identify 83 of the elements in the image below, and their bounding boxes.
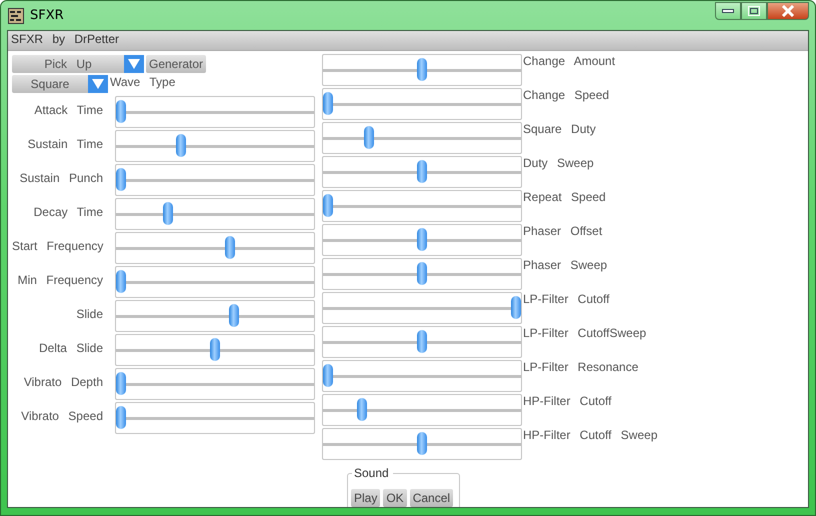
slider-label: Phaser Offset: [522, 224, 602, 240]
slider[interactable]: [322, 292, 522, 324]
slider-label: Phaser Sweep: [522, 258, 608, 274]
slider[interactable]: [322, 156, 522, 188]
slider[interactable]: [115, 266, 315, 298]
slider-thumb[interactable]: [364, 126, 374, 149]
slider-thumb[interactable]: [323, 364, 333, 387]
sound-button[interactable]: OK: [383, 489, 407, 507]
slider-label: Delta Slide: [38, 340, 104, 357]
slider-label: HP-Filter Cutoff: [522, 394, 612, 410]
slider[interactable]: [322, 54, 522, 86]
close-button[interactable]: [767, 2, 809, 20]
slider-thumb[interactable]: [356, 398, 367, 421]
generator-button[interactable]: Generator: [146, 55, 206, 73]
maximize-button[interactable]: [741, 2, 767, 20]
slider-label: LP-Filter CutoffSweep: [522, 326, 646, 342]
preset-dropdown[interactable]: Pick Up: [12, 55, 144, 73]
slider-label: Vibrato Speed: [20, 408, 104, 425]
minimize-button[interactable]: [715, 2, 741, 20]
slider-thumb[interactable]: [210, 338, 220, 361]
slider-label: Change Speed: [522, 88, 610, 104]
slider[interactable]: [322, 326, 522, 358]
close-icon: [781, 5, 795, 17]
app-icon: [8, 8, 24, 24]
slider-thumb[interactable]: [225, 236, 236, 259]
slider[interactable]: [115, 96, 315, 128]
minimize-icon: [722, 8, 734, 14]
slider-thumb[interactable]: [417, 262, 427, 285]
slider[interactable]: [322, 88, 522, 120]
slider-thumb[interactable]: [417, 330, 427, 353]
slider-thumb[interactable]: [417, 228, 427, 251]
wave-type-dropdown[interactable]: Square: [12, 75, 108, 93]
sound-button[interactable]: Cancel: [410, 489, 454, 507]
slider[interactable]: [322, 122, 522, 154]
slider[interactable]: [322, 224, 522, 256]
slider-label: LP-Filter Cutoff: [522, 292, 610, 308]
slider-label: Vibrato Depth: [22, 374, 104, 391]
slider[interactable]: [115, 164, 315, 196]
slider-label: Change Amount: [522, 54, 616, 70]
slider[interactable]: [115, 334, 315, 366]
slider-label: Decay Time: [32, 204, 104, 221]
slider-thumb[interactable]: [116, 372, 126, 395]
slider-thumb[interactable]: [417, 58, 427, 81]
slider[interactable]: [115, 300, 315, 332]
slider-thumb[interactable]: [323, 194, 333, 217]
slider-label: Repeat Speed: [522, 190, 606, 206]
slider-thumb[interactable]: [176, 134, 186, 157]
slider-label: Attack Time: [33, 102, 104, 119]
maximize-icon: [748, 6, 760, 16]
slider-label: LP-Filter Resonance: [522, 360, 638, 376]
slider-thumb[interactable]: [511, 296, 521, 319]
slider-thumb[interactable]: [116, 270, 126, 293]
slider-label: HP-Filter Cutoff Sweep: [522, 428, 658, 444]
slider-label: Start Frequency: [12, 238, 104, 255]
slider-thumb[interactable]: [163, 202, 173, 225]
slider-thumb[interactable]: [116, 168, 126, 191]
sound-button[interactable]: Play: [351, 489, 380, 507]
slider-label: Sustain Time: [26, 136, 104, 153]
slider-thumb[interactable]: [228, 304, 239, 327]
slider[interactable]: [115, 402, 315, 434]
slider[interactable]: [322, 360, 522, 392]
slider[interactable]: [115, 198, 315, 230]
slider-label: Square Duty: [522, 122, 596, 138]
slider[interactable]: [115, 130, 315, 162]
slider-thumb[interactable]: [417, 160, 427, 183]
slider-label: Sustain Punch: [18, 170, 104, 187]
slider[interactable]: [322, 428, 522, 460]
slider-label: Slide: [75, 306, 104, 323]
slider[interactable]: [322, 394, 522, 426]
slider-thumb[interactable]: [116, 100, 126, 123]
slider-label: Duty Sweep: [522, 156, 594, 172]
slider[interactable]: [115, 232, 315, 264]
slider-label: Min Frequency: [16, 272, 104, 289]
slider[interactable]: [322, 258, 522, 290]
wave-type-label: Wave Type: [110, 75, 176, 89]
window-title: SFXR: [30, 8, 64, 23]
slider-thumb[interactable]: [323, 92, 333, 115]
group-title: Sound: [352, 466, 393, 480]
slider-thumb[interactable]: [116, 406, 126, 429]
app-heading: SFXR by DrPetter: [11, 32, 120, 46]
slider-thumb[interactable]: [417, 432, 427, 455]
slider[interactable]: [322, 190, 522, 222]
slider[interactable]: [115, 368, 315, 400]
